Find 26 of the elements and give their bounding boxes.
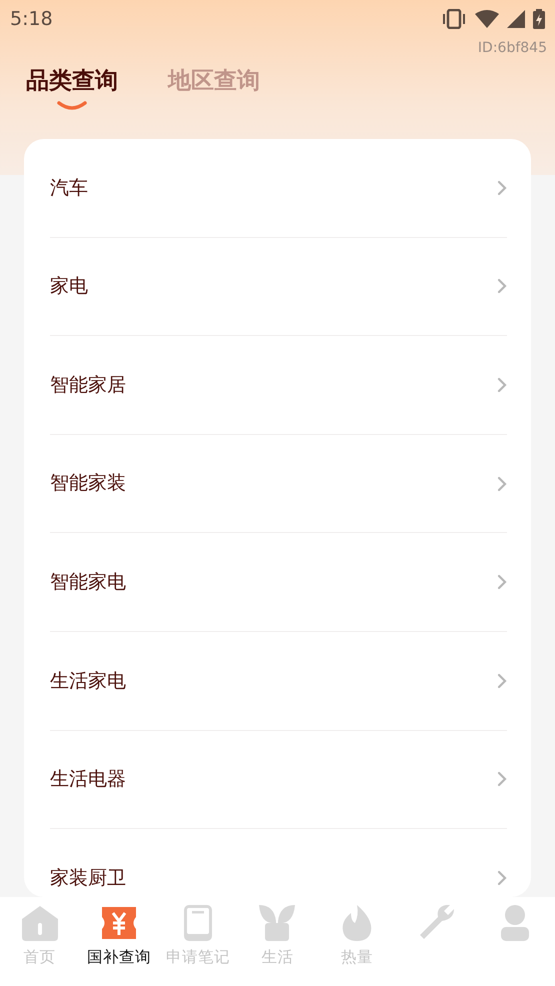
category-row[interactable]: 智能家装 bbox=[50, 434, 507, 534]
category-tab[interactable]: 品类查询 bbox=[26, 64, 118, 110]
tab-indicator bbox=[57, 100, 87, 110]
chevron-right-icon bbox=[497, 376, 507, 393]
chevron-right-icon bbox=[497, 672, 507, 689]
category-row[interactable]: 智能家电 bbox=[50, 533, 507, 632]
category-row[interactable]: 汽车 bbox=[50, 139, 507, 238]
chevron-right-icon bbox=[497, 574, 507, 590]
battery-icon bbox=[533, 9, 545, 29]
home-icon bbox=[20, 903, 60, 943]
nav-tab[interactable]: 国补查询 bbox=[79, 897, 159, 986]
category-row[interactable]: 智能家居 bbox=[50, 336, 507, 435]
chevron-right-icon bbox=[497, 180, 507, 196]
vibrate-icon bbox=[441, 9, 467, 29]
chevron-right-icon bbox=[497, 278, 507, 294]
category-row[interactable]: 生活电器 bbox=[50, 730, 507, 830]
status-time: 5:18 bbox=[10, 6, 53, 32]
id-label: ID:6bf845 bbox=[478, 40, 547, 56]
chevron-right-icon bbox=[497, 476, 507, 492]
chevron-right-icon bbox=[497, 771, 507, 788]
plant-icon bbox=[257, 903, 298, 943]
category-row[interactable]: 家电 bbox=[50, 238, 507, 336]
category-row[interactable]: 生活家电 bbox=[50, 632, 507, 731]
chevron-right-icon bbox=[497, 870, 507, 886]
signal-icon bbox=[507, 10, 525, 28]
wifi-icon bbox=[475, 10, 499, 28]
